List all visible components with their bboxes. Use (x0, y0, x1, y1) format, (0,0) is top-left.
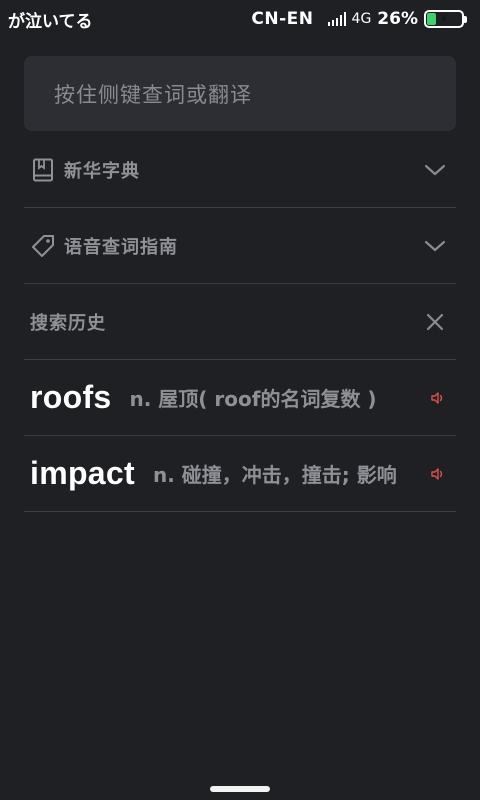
network-type: 4G (351, 11, 372, 27)
search-placeholder: 按住侧键查词或翻译 (54, 82, 252, 107)
history-item[interactable]: impact n. 碰撞，冲击，撞击; 影响 (24, 436, 456, 512)
close-icon[interactable] (422, 309, 448, 335)
section-label: 新华字典 (64, 160, 140, 182)
tag-icon (30, 233, 56, 259)
history-word: roofs (30, 379, 112, 415)
section-voice-guide[interactable]: 语音查词指南 (24, 208, 456, 284)
history-word: impact (30, 455, 135, 491)
battery-percent: 26% (377, 9, 418, 29)
section-xinhua-dictionary[interactable]: 新华字典 (24, 132, 456, 208)
history-header: 搜索历史 (24, 284, 456, 360)
home-indicator[interactable] (210, 786, 270, 792)
history-item[interactable]: roofs n. 屋顶( roof的名词复数 ) (24, 360, 456, 436)
speaker-icon[interactable] (430, 466, 446, 482)
history-title: 搜索历史 (30, 312, 106, 334)
chevron-down-icon[interactable] (422, 157, 448, 183)
status-indicators: CN-EN 4G 26% ⚡ (251, 9, 467, 29)
section-label: 语音查词指南 (64, 236, 178, 258)
search-input[interactable]: 按住侧键查词或翻译 (24, 56, 456, 131)
history-definition: n. 屋顶( roof的名词复数 ) (129, 387, 377, 411)
status-notification-text: が泣いてる (8, 11, 93, 32)
language-pair: CN-EN (251, 9, 314, 29)
charging-bolt-icon: ⚡ (439, 12, 449, 26)
chevron-down-icon[interactable] (422, 233, 448, 259)
signal-icon (327, 12, 346, 26)
speaker-icon[interactable] (430, 390, 446, 406)
battery-icon: ⚡ (424, 10, 467, 28)
status-bar: が泣いてる CN-EN 4G 26% ⚡ (0, 0, 480, 38)
book-icon (30, 157, 56, 183)
history-definition: n. 碰撞，冲击，撞击; 影响 (152, 463, 397, 487)
